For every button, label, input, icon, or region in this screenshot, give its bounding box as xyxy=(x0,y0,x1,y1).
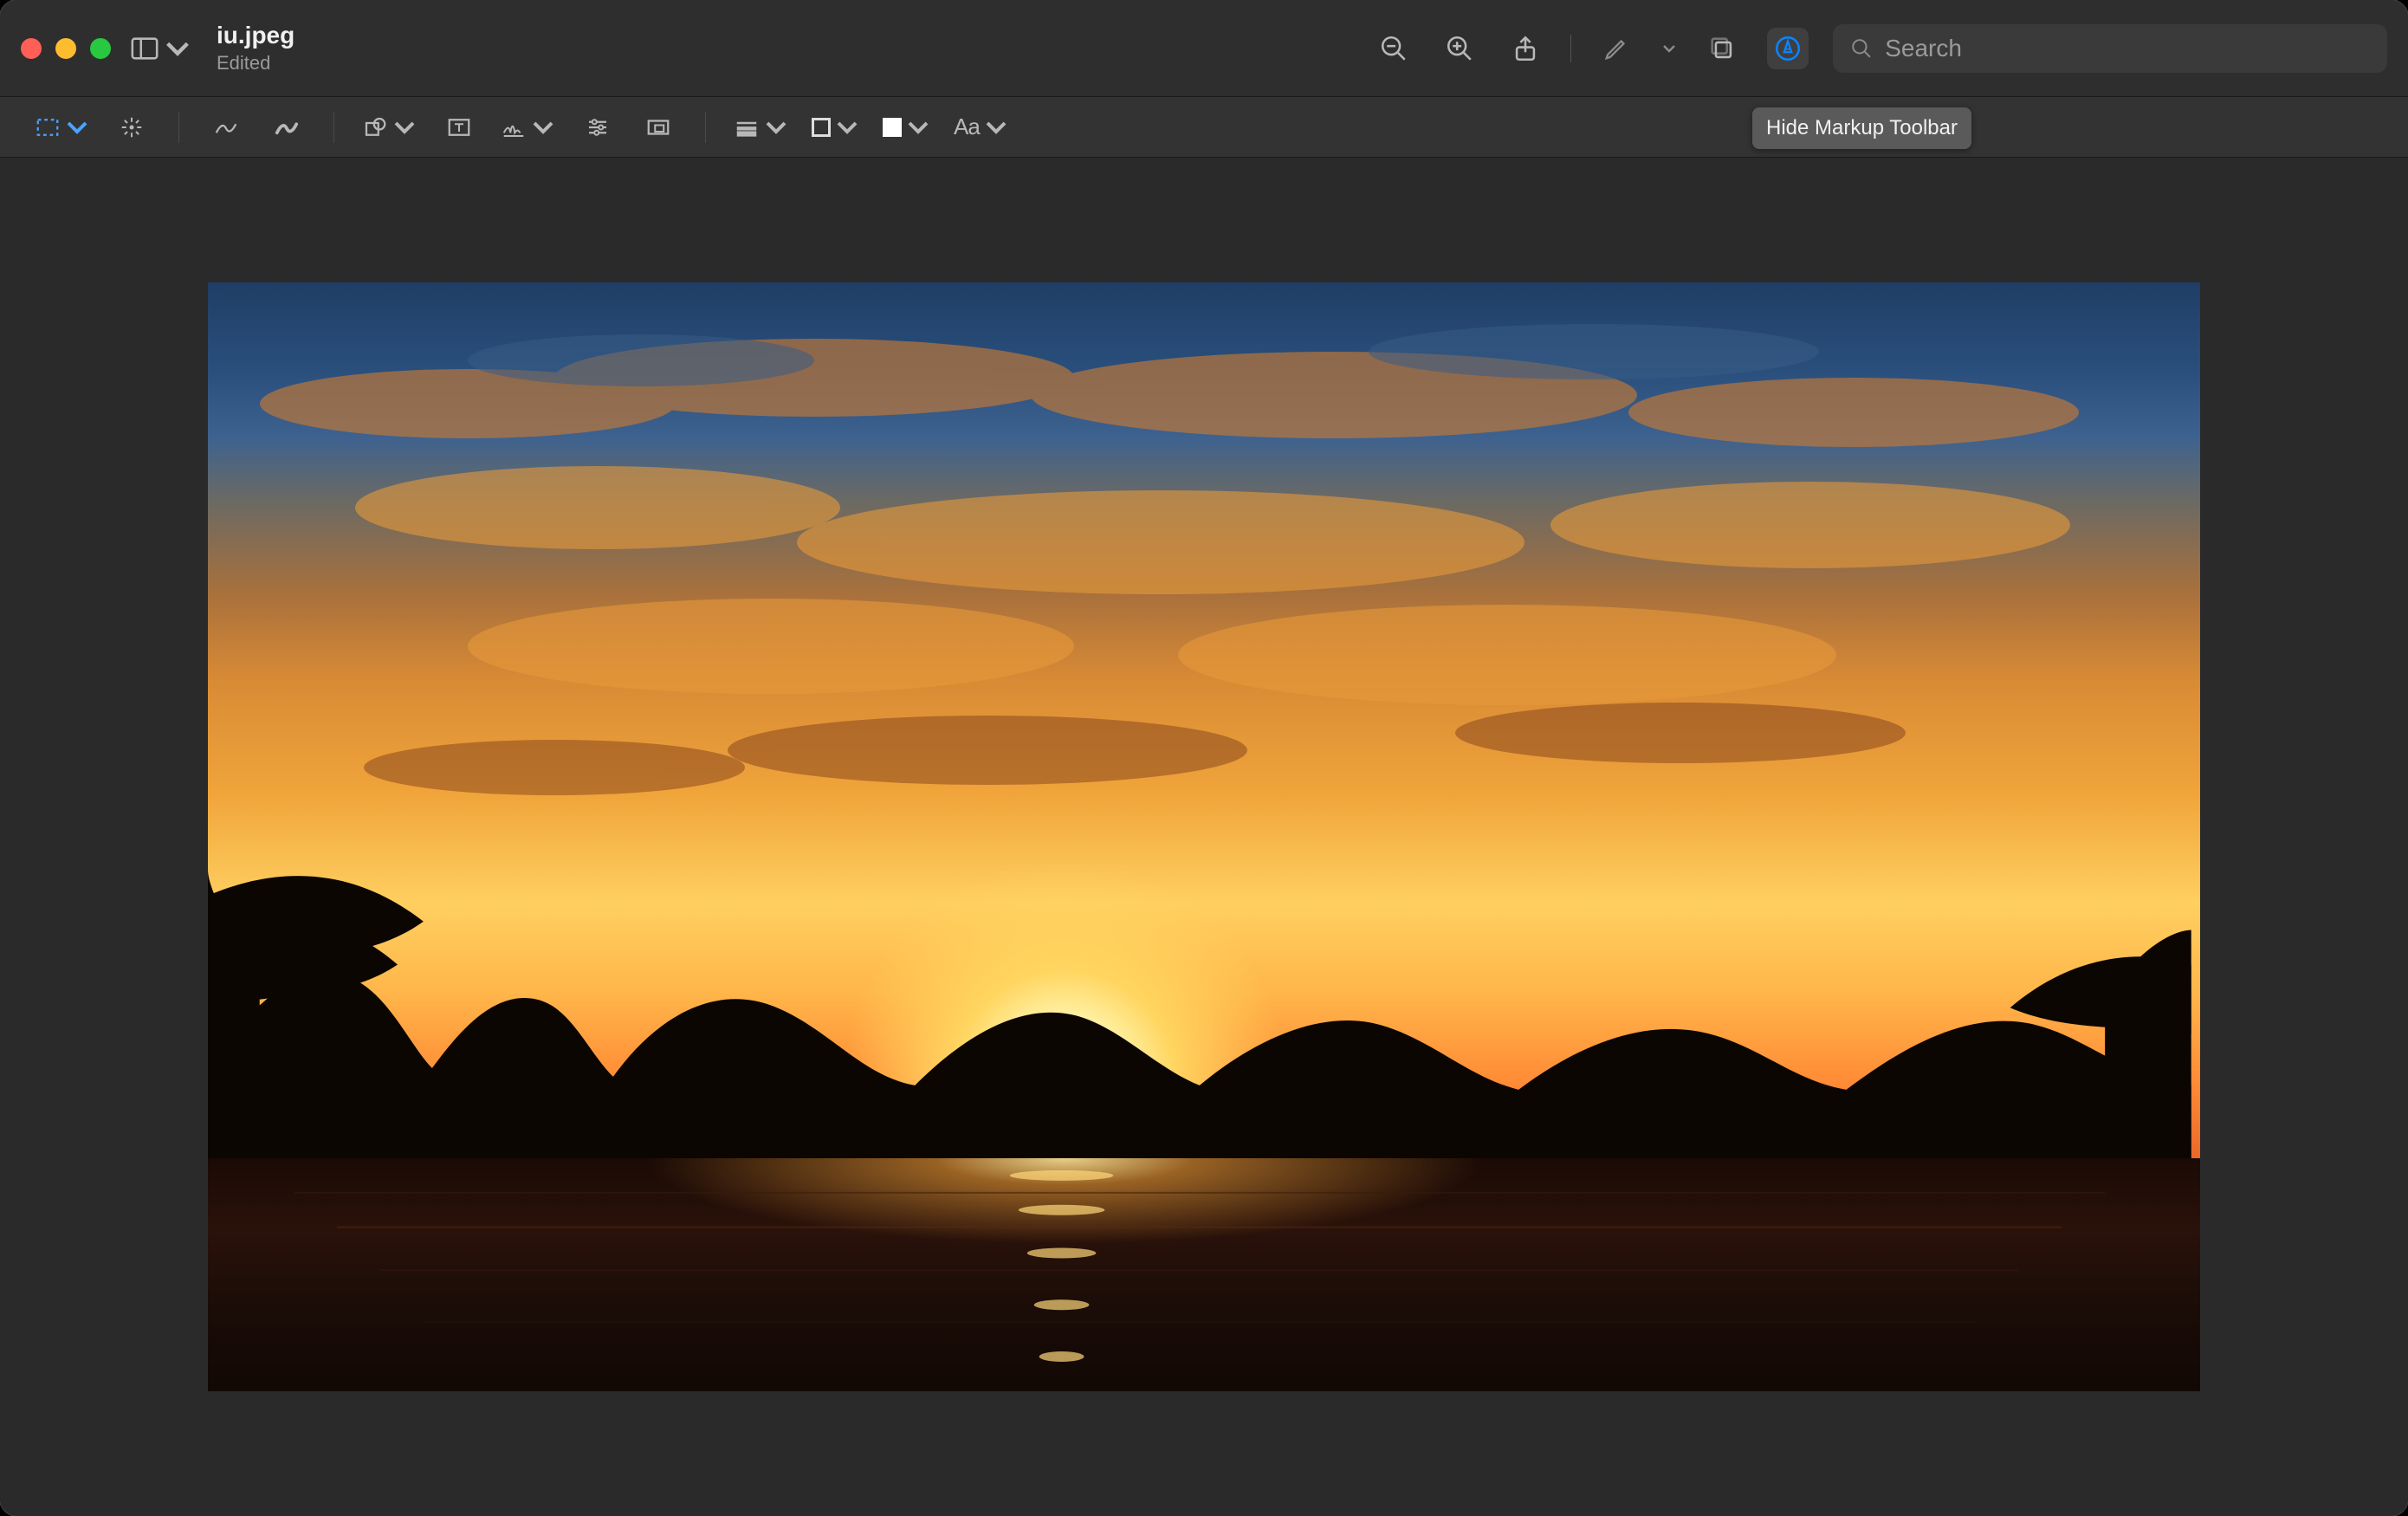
shapes-tool[interactable] xyxy=(362,108,418,146)
tooltip: Hide Markup Toolbar xyxy=(1752,107,1971,149)
search-input[interactable] xyxy=(1883,34,2370,63)
sketch-icon xyxy=(213,114,239,140)
draw-icon xyxy=(274,114,300,140)
toolbar-right xyxy=(1373,24,2387,73)
displayed-image xyxy=(208,282,2200,1391)
chevron-down-icon xyxy=(905,114,931,140)
chevron-down-icon xyxy=(834,114,860,140)
sketch-tool[interactable] xyxy=(207,108,245,146)
separator xyxy=(178,112,179,143)
adjust-size-tool[interactable] xyxy=(639,108,677,146)
instant-alpha-tool[interactable] xyxy=(113,108,151,146)
adjust-color-icon xyxy=(585,114,611,140)
border-color-icon xyxy=(812,118,831,137)
text-tool[interactable] xyxy=(440,108,478,146)
highlight-icon xyxy=(1602,34,1631,63)
shapes-icon xyxy=(362,114,388,140)
zoom-window-button[interactable] xyxy=(90,38,111,59)
rectangular-selection-icon xyxy=(35,114,61,140)
text-style-icon: Aa xyxy=(954,113,980,140)
chevron-down-icon xyxy=(983,114,1009,140)
search-icon xyxy=(1850,36,1873,61)
zoom-in-button[interactable] xyxy=(1439,28,1480,69)
text-icon xyxy=(446,114,472,140)
close-window-button[interactable] xyxy=(21,38,42,59)
markup-icon xyxy=(1773,34,1803,63)
border-color-button[interactable] xyxy=(812,108,860,146)
zoom-out-button[interactable] xyxy=(1373,28,1414,69)
search-field[interactable] xyxy=(1833,24,2387,73)
file-subtitle: Edited xyxy=(217,53,295,74)
highlight-button[interactable] xyxy=(1596,28,1637,69)
text-style-button[interactable]: Aa xyxy=(954,108,1009,146)
separator xyxy=(705,112,706,143)
shape-style-button[interactable] xyxy=(734,108,789,146)
chevron-down-icon xyxy=(763,114,789,140)
separator xyxy=(1570,35,1571,62)
instant-alpha-icon xyxy=(119,114,145,140)
chevron-down-icon xyxy=(530,114,556,140)
zoom-in-icon xyxy=(1445,34,1474,63)
chevron-down-icon xyxy=(392,114,418,140)
tooltip-text: Hide Markup Toolbar xyxy=(1766,116,1958,139)
minimize-window-button[interactable] xyxy=(55,38,76,59)
adjust-size-icon xyxy=(645,114,671,140)
preview-window: iu.jpeg Edited xyxy=(0,0,2408,1516)
adjust-color-tool[interactable] xyxy=(579,108,617,146)
fill-color-button[interactable] xyxy=(883,108,931,146)
shape-style-icon xyxy=(734,114,760,140)
sidebar-icon xyxy=(130,34,159,63)
fill-color-icon xyxy=(883,118,902,137)
chevron-down-icon xyxy=(163,34,192,63)
sign-icon xyxy=(501,114,527,140)
markup-toggle-button[interactable] xyxy=(1767,28,1809,69)
titlebar: iu.jpeg Edited xyxy=(0,0,2408,97)
window-controls xyxy=(21,38,111,59)
markup-toolbar: Aa xyxy=(0,97,2408,158)
share-icon xyxy=(1511,34,1540,63)
rectangular-selection-tool[interactable] xyxy=(35,108,90,146)
file-title: iu.jpeg xyxy=(217,23,295,49)
horizon-trees xyxy=(208,870,2191,1180)
rotate-icon xyxy=(1707,34,1737,63)
separator xyxy=(333,112,334,143)
draw-tool[interactable] xyxy=(268,108,306,146)
image-canvas[interactable] xyxy=(0,158,2408,1516)
zoom-out-icon xyxy=(1379,34,1408,63)
chevron-down-icon xyxy=(64,114,90,140)
water-reflection xyxy=(208,1158,2191,1391)
title-group: iu.jpeg Edited xyxy=(217,23,295,74)
rotate-button[interactable] xyxy=(1701,28,1743,69)
chevron-down-icon[interactable] xyxy=(1661,41,1677,56)
share-button[interactable] xyxy=(1505,28,1546,69)
sign-tool[interactable] xyxy=(501,108,556,146)
sidebar-toggle-button[interactable] xyxy=(130,28,192,69)
